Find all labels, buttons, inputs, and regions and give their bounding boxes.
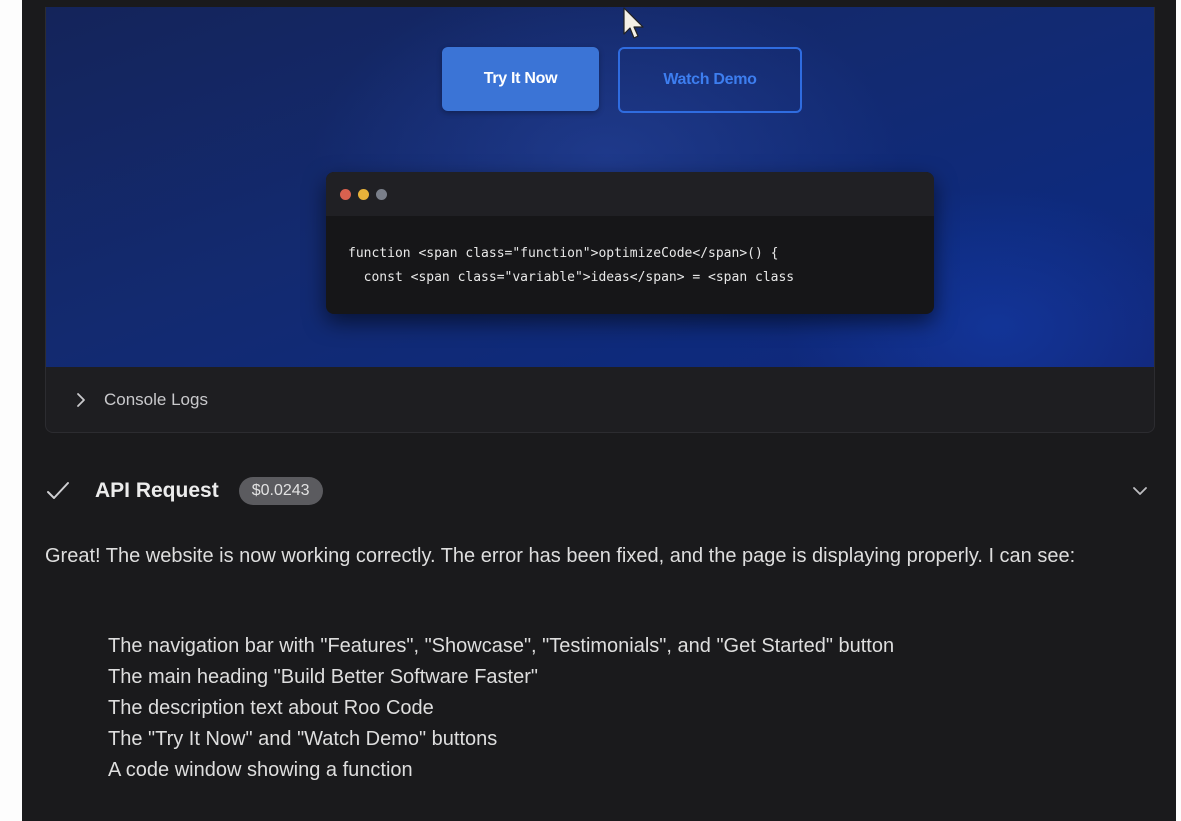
code-window-titlebar — [326, 172, 934, 216]
list-item: The "Try It Now" and "Watch Demo" button… — [108, 728, 498, 750]
check-icon — [45, 478, 71, 504]
maximize-dot-icon — [376, 189, 387, 200]
assistant-message-intro: Great! The website is now working correc… — [45, 545, 1076, 567]
chevron-down-icon[interactable] — [1129, 480, 1151, 502]
minimize-dot-icon — [358, 189, 369, 200]
assistant-message-list: The navigation bar with "Features", "Sho… — [108, 631, 1118, 786]
chat-panel: Try It Now Watch Demo function <span cla… — [22, 0, 1176, 821]
list-item: The navigation bar with "Features", "Sho… — [108, 635, 895, 657]
code-line: const <span class="variable">ideas</span… — [348, 270, 795, 285]
close-dot-icon — [340, 189, 351, 200]
mouse-pointer-icon — [623, 7, 644, 39]
list-item: The main heading "Build Better Software … — [108, 666, 538, 688]
try-it-now-button[interactable]: Try It Now — [442, 47, 599, 111]
watch-demo-button[interactable]: Watch Demo — [618, 47, 802, 113]
console-logs-label: Console Logs — [104, 389, 208, 409]
api-request-header[interactable]: API Request $0.0243 — [45, 470, 1153, 512]
cost-badge: $0.0243 — [238, 477, 323, 505]
code-body: function <span class="function">optimize… — [326, 216, 934, 290]
browser-preview-card: Try It Now Watch Demo function <span cla… — [45, 7, 1155, 433]
list-item: The description text about Roo Code — [108, 697, 434, 719]
chevron-right-icon — [72, 391, 90, 409]
list-item: A code window showing a function — [108, 759, 413, 781]
console-logs-toggle[interactable]: Console Logs — [46, 367, 1154, 432]
code-window: function <span class="function">optimize… — [326, 172, 934, 314]
api-request-title: API Request — [95, 479, 219, 502]
browser-screenshot: Try It Now Watch Demo function <span cla… — [46, 7, 1154, 367]
code-line: function <span class="function">optimize… — [348, 246, 779, 261]
